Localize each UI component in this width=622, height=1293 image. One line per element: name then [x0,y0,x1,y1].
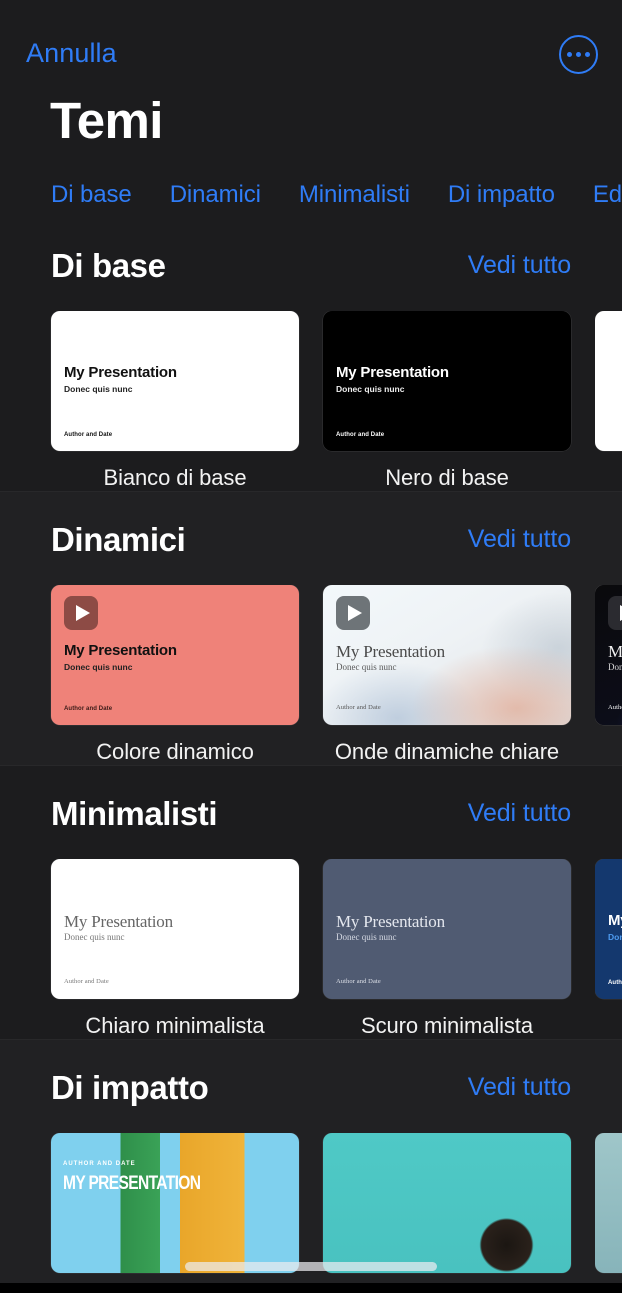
theme-card-impatto-2[interactable] [323,1132,571,1273]
section-di-impatto: Di impatto Vedi tutto AUTHOR AND DATE MY… [0,1039,622,1287]
slide-title: MY PRESENTATION [63,1172,201,1194]
slide-footer: Author and Date [64,431,113,438]
slide-subtitle: Donec quis nunc [336,931,397,942]
see-all-button[interactable]: Vedi tutto [468,799,571,828]
slide-title: My Presentation [336,363,449,381]
section-title: Di impatto [51,1068,209,1106]
slide-title: My Presentation [608,641,622,661]
section-minimalisti: Minimalisti Vedi tutto My Presentation D… [0,766,622,1039]
ellipsis-circle-icon[interactable] [559,35,598,74]
theme-cell[interactable]: My Presentation Donec quis nunc Author a… [51,310,299,491]
slide-footer: Author and Date [608,704,622,712]
slide-subtitle: Donec quis nunc [608,661,622,672]
theme-cell[interactable]: My Presentation Donec quis nunc Author a… [51,858,299,1039]
ellipsis-dot [585,52,590,57]
theme-label: Onde dinamiche chiare [334,738,560,764]
slide-subtitle: Donec quis nunc [608,931,622,942]
slide-title: My Presentation [64,911,173,931]
section-title: Minimalisti [51,794,218,832]
theme-card-nero-di-base[interactable]: My Presentation Donec quis nunc Author a… [323,310,571,451]
theme-card-partial[interactable] [595,1132,622,1273]
theme-card-scuro-minimalista[interactable]: My Presentation Donec quis nunc Author a… [323,858,571,999]
theme-card-partial[interactable]: My Presentation Donec quis nunc Author a… [595,584,622,725]
theme-card-impatto-1[interactable]: AUTHOR AND DATE MY PRESENTATION [51,1132,299,1273]
theme-card-colore-dinamico[interactable]: My Presentation Donec quis nunc Author a… [51,584,299,725]
theme-card-chiaro-minimalista[interactable]: My Presentation Donec quis nunc Author a… [51,858,299,999]
ellipsis-dot [567,52,572,57]
slide-subtitle: Donec quis nunc [336,383,405,394]
slide-title: My Presentation [64,363,177,381]
page-title: Temi [50,92,163,149]
slide-footer: Author and Date [64,705,113,712]
tab-editor[interactable]: Editor [593,181,622,209]
theme-carousel[interactable]: My Presentation Donec quis nunc Author a… [0,584,622,765]
section-header: Dinamici Vedi tutto [0,514,622,566]
see-all-button[interactable]: Vedi tutto [468,1073,571,1102]
section-title: Dinamici [51,520,186,558]
play-icon [608,595,622,630]
play-icon [64,595,98,630]
screen-bottom-edge [0,1283,622,1293]
slide-kicker: AUTHOR AND DATE [63,1160,136,1167]
tab-di-base[interactable]: Di base [51,181,132,209]
theme-cell-partial[interactable]: My Presentation Donec quis nunc Author a… [595,584,622,765]
theme-label: Scuro minimalista [361,1012,533,1038]
cancel-button[interactable]: Annulla [26,38,117,69]
section-dinamici: Dinamici Vedi tutto My Presentation Done… [0,491,622,765]
section-header: Di base Vedi tutto [0,240,622,292]
slide-footer: Author and Date [336,978,381,986]
theme-carousel[interactable]: My Presentation Donec quis nunc Author a… [0,858,622,1039]
section-di-base: Di base Vedi tutto My Presentation Donec… [0,218,622,491]
slide-title: My Presentation [336,911,445,931]
slide-subtitle: Donec quis nunc [64,931,125,942]
theme-cell[interactable]: My Presentation Donec quis nunc Author a… [323,310,571,491]
slide-title: My Presentation [336,641,445,661]
slide-footer: Author and Date [64,978,109,986]
navigation-bar: Annulla [0,0,622,88]
theme-cell[interactable]: My Presentation Donec quis nunc Author a… [323,858,571,1039]
see-all-button[interactable]: Vedi tutto [468,525,571,554]
theme-label: Colore dinamico [96,738,254,764]
tab-minimalisti[interactable]: Minimalisti [299,181,410,209]
home-indicator[interactable] [185,1262,437,1271]
theme-cell-partial[interactable]: My Presentation Donec quis nunc Author a… [595,858,622,1039]
play-icon [336,595,370,630]
section-title: Di base [51,246,166,284]
theme-cell[interactable]: My Presentation Donec quis nunc Author a… [323,584,571,765]
slide-subtitle: Donec quis nunc [336,661,397,672]
slide-footer: Author and Date [608,979,622,986]
see-all-button[interactable]: Vedi tutto [468,251,571,280]
theme-cell-partial[interactable] [595,1132,622,1287]
theme-cell-partial[interactable] [595,310,622,491]
category-tab-strip[interactable]: Di base Dinamici Minimalisti Di impatto … [0,172,622,218]
slide-subtitle: Donec quis nunc [64,661,133,672]
theme-carousel[interactable]: My Presentation Donec quis nunc Author a… [0,310,622,491]
tab-dinamici[interactable]: Dinamici [170,181,261,209]
slide-footer: Author and Date [336,704,381,712]
theme-card-partial[interactable]: My Presentation Donec quis nunc Author a… [595,858,622,999]
slide-subtitle: Donec quis nunc [64,383,133,394]
theme-picker-screen: Annulla Temi Di base Dinamici Minimalist… [0,0,622,1293]
slide-footer: Author and Date [336,431,385,438]
tab-di-impatto[interactable]: Di impatto [448,181,555,209]
theme-card-onde-dinamiche-chiare[interactable]: My Presentation Donec quis nunc Author a… [323,584,571,725]
theme-card-bianco-di-base[interactable]: My Presentation Donec quis nunc Author a… [51,310,299,451]
theme-label: Nero di base [385,464,509,490]
ellipsis-dot [576,52,581,57]
section-header: Di impatto Vedi tutto [0,1062,622,1114]
slide-title: My Presentation [608,911,622,929]
section-header: Minimalisti Vedi tutto [0,788,622,840]
slide-title: My Presentation [64,641,177,659]
theme-label: Bianco di base [103,464,247,490]
theme-cell[interactable]: My Presentation Donec quis nunc Author a… [51,584,299,765]
theme-card-partial[interactable] [595,310,622,451]
theme-label: Chiaro minimalista [85,1012,265,1038]
